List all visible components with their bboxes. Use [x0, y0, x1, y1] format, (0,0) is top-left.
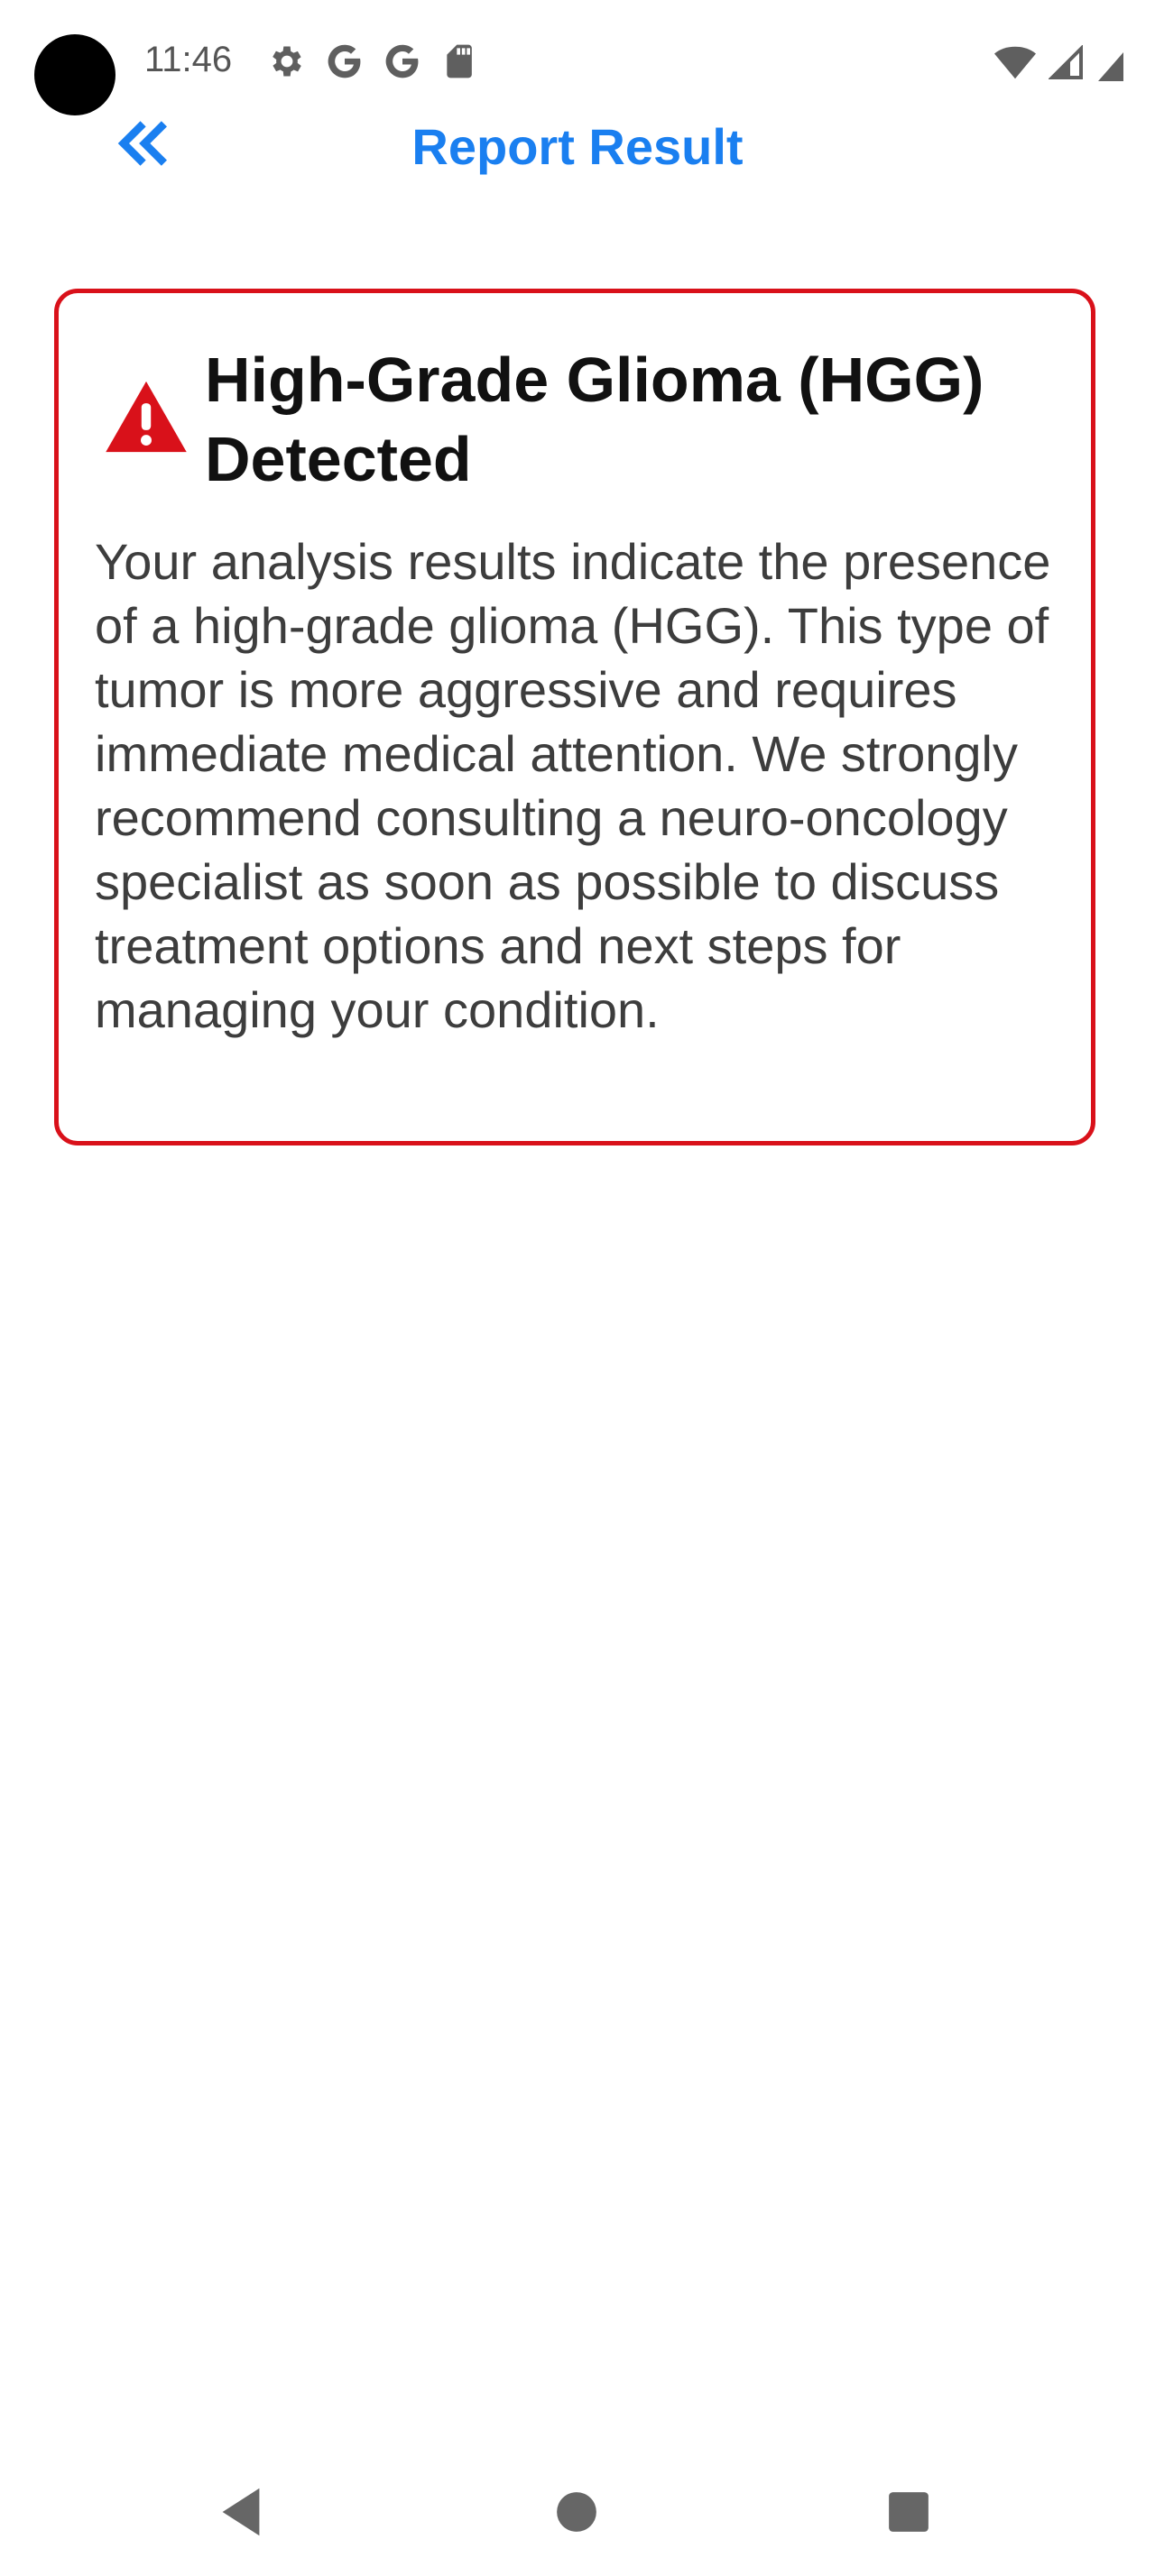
- hgg-alert-card: High-Grade Glioma (HGG) Detected Your an…: [54, 289, 1095, 1145]
- settings-icon: [273, 46, 301, 77]
- page-title: Report Result: [411, 118, 744, 175]
- sd-card-icon: [447, 44, 472, 78]
- nav-home-icon[interactable]: [545, 2480, 608, 2544]
- alert-message: Your analysis results indicate the prese…: [95, 533, 1051, 1038]
- right-status-icons: [994, 45, 1124, 81]
- status-time: 11:46: [144, 40, 233, 79]
- google-icon: [328, 44, 361, 78]
- wifi-icon: [994, 46, 1036, 79]
- system-navigation-bar: [0, 2462, 1155, 2562]
- signal-icon: [1049, 45, 1083, 79]
- app-header: Report Result: [0, 99, 1155, 198]
- battery-icon: [1098, 52, 1123, 81]
- alert-title: High-Grade Glioma (HGG) Detected: [205, 345, 984, 494]
- google-icon: [385, 44, 419, 78]
- warning-triangle-icon: [106, 381, 187, 453]
- status-icons: [267, 41, 480, 81]
- nav-recents-icon[interactable]: [877, 2480, 940, 2544]
- nav-back-icon[interactable]: [209, 2480, 273, 2544]
